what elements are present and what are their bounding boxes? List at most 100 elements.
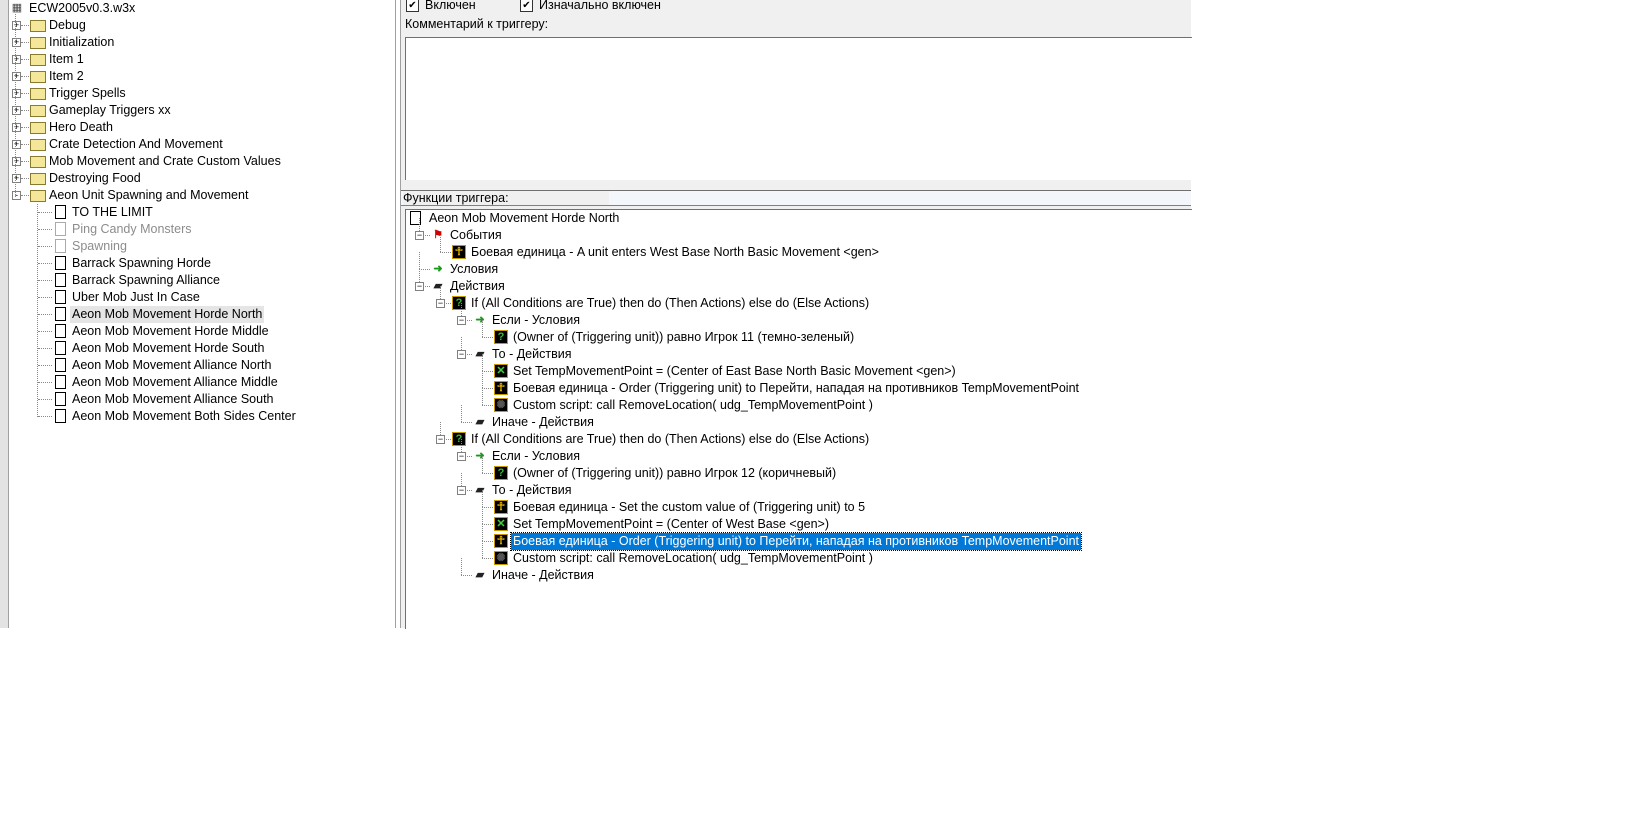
- tree-item-label: Item 2: [49, 69, 84, 83]
- function-tree-item[interactable]: − ▰ Действия: [406, 269, 1190, 295]
- tree-item[interactable]: + Trigger Spells: [0, 85, 393, 102]
- tree-item[interactable]: TO THE LIMIT: [0, 204, 393, 221]
- tree-item[interactable]: + Item 1: [0, 51, 393, 68]
- tree-item-label: Hero Death: [49, 120, 113, 134]
- expand-icon[interactable]: +: [12, 174, 21, 183]
- function-tree-item[interactable]: − ➜ Если - Условия: [406, 303, 1190, 329]
- function-tree-item[interactable]: ▰ Иначе - Действия: [406, 558, 1190, 584]
- tree-item[interactable]: Barrack Spawning Alliance: [0, 272, 393, 289]
- collapse-icon[interactable]: −: [415, 282, 424, 291]
- trigger-document-icon: [55, 341, 66, 355]
- expand-icon[interactable]: +: [12, 89, 21, 98]
- function-tree-item[interactable]: − ▰ То - Действия: [406, 337, 1190, 363]
- tree-item-label: Gameplay Triggers xx: [49, 103, 171, 117]
- tree-item[interactable]: Aeon Mob Movement Both Sides Center: [0, 408, 393, 425]
- collapse-icon[interactable]: −: [457, 486, 466, 495]
- functions-tree[interactable]: Aeon Mob Movement Horde North − ⚑ События ☥ Б…: [405, 209, 1192, 629]
- expand-icon[interactable]: +: [12, 21, 21, 30]
- collapse-icon[interactable]: -: [12, 191, 21, 200]
- tree-item[interactable]: Aeon Mob Movement Horde Middle: [0, 323, 393, 340]
- tree-item[interactable]: + Gameplay Triggers xx: [0, 102, 393, 119]
- tree-item[interactable]: + Mob Movement and Crate Custom Values: [0, 153, 393, 170]
- trigger-tree-panel[interactable]: ▦ ECW2005v0.3.w3x + Debug + Initialization + It…: [0, 0, 396, 628]
- tree-item[interactable]: Aeon Mob Movement Alliance Middle: [0, 374, 393, 391]
- tree-item-label: Aeon Mob Movement Alliance North: [72, 358, 272, 372]
- tree-item[interactable]: + Destroying Food: [0, 170, 393, 187]
- enabled-checkbox[interactable]: ✔: [406, 0, 419, 12]
- expand-icon[interactable]: +: [12, 106, 21, 115]
- function-label: События: [450, 228, 502, 242]
- function-tree-item[interactable]: −? If (All Conditions are True) then do (…: [406, 286, 1190, 312]
- function-tree-item[interactable]: ☥ Боевая единица - Order (Triggering unit…: [406, 524, 1190, 551]
- tree-item[interactable]: ▦ ECW2005v0.3.w3x: [0, 0, 393, 17]
- folder-icon: [30, 88, 46, 100]
- collapse-icon[interactable]: −: [436, 435, 445, 444]
- expand-icon[interactable]: +: [12, 123, 21, 132]
- collapse-icon[interactable]: −: [457, 452, 466, 461]
- function-tree-item[interactable]: ✕ Set TempMovementPoint = (Center of East…: [406, 354, 1190, 380]
- tree-connector: [21, 178, 29, 179]
- function-label: Custom script: call RemoveLocation( udg_…: [513, 551, 873, 565]
- comment-textarea[interactable]: [405, 37, 1192, 180]
- function-tree-item[interactable]: ☥ Боевая единица - A unit enters West Bas…: [406, 235, 1190, 261]
- function-tree-item[interactable]: ? (Owner of (Triggering unit)) равно Игро…: [406, 320, 1190, 346]
- folder-icon: [30, 122, 46, 134]
- condition-question-icon: ?: [494, 330, 508, 344]
- expand-icon[interactable]: +: [12, 38, 21, 47]
- function-label: Боевая единица - Order (Triggering unit)…: [509, 532, 1083, 551]
- tree-item-label: Initialization: [49, 35, 115, 49]
- function-tree-item[interactable]: ✺ Custom script: call RemoveLocation( udg…: [406, 388, 1190, 414]
- function-tree-item[interactable]: −? If (All Conditions are True) then do (…: [406, 422, 1190, 448]
- collapse-icon[interactable]: −: [457, 350, 466, 359]
- tree-connector: [38, 246, 52, 247]
- trigger-document-icon: [55, 273, 66, 287]
- function-tree-item[interactable]: ✺ Custom script: call RemoveLocation( udg…: [406, 541, 1190, 567]
- expand-icon[interactable]: +: [12, 72, 21, 81]
- folder-icon: [30, 173, 46, 185]
- tree-item[interactable]: Barrack Spawning Horde: [0, 255, 393, 272]
- tree-item[interactable]: Aeon Mob Movement Alliance South: [0, 391, 393, 408]
- function-tree-item[interactable]: − ➜ Если - Условия: [406, 439, 1190, 465]
- tree-guide-line: [440, 235, 441, 252]
- collapse-icon[interactable]: −: [457, 316, 466, 325]
- tree-item[interactable]: - Aeon Unit Spawning and Movement: [0, 187, 393, 204]
- function-tree-item[interactable]: ✕ Set TempMovementPoint = (Center of West…: [406, 507, 1190, 533]
- tree-item[interactable]: + Crate Detection And Movement: [0, 136, 393, 153]
- function-tree-item[interactable]: ? (Owner of (Triggering unit)) равно Игро…: [406, 456, 1190, 482]
- collapse-icon[interactable]: −: [436, 299, 445, 308]
- tree-item[interactable]: + Initialization: [0, 34, 393, 51]
- function-tree-item[interactable]: ☥ Боевая единица - Set the custom value o…: [406, 490, 1190, 516]
- function-tree-item[interactable]: ➜ Условия: [406, 252, 1190, 278]
- tree-connector: [21, 42, 29, 43]
- tree-connector: [21, 161, 29, 162]
- function-tree-item[interactable]: − ⚑ События: [406, 218, 1190, 244]
- tree-item[interactable]: Uber Mob Just In Case: [0, 289, 393, 306]
- tree-item[interactable]: Aeon Mob Movement Alliance North: [0, 357, 393, 374]
- expand-icon[interactable]: +: [12, 140, 21, 149]
- tree-item[interactable]: + Item 2: [0, 68, 393, 85]
- function-tree-item[interactable]: ☥ Боевая единица - Order (Triggering unit…: [406, 371, 1190, 397]
- tree-item[interactable]: Ping Candy Monsters: [0, 221, 393, 238]
- tree-guide-line: [482, 320, 483, 337]
- tree-item[interactable]: Spawning: [0, 238, 393, 255]
- tree-guide-line: [482, 507, 483, 524]
- tree-item[interactable]: Aeon Mob Movement Horde South: [0, 340, 393, 357]
- tree-connector: [482, 473, 493, 474]
- expand-icon[interactable]: +: [12, 55, 21, 64]
- tree-item[interactable]: + Hero Death: [0, 119, 393, 136]
- function-tree-item[interactable]: Aeon Mob Movement Horde North: [406, 210, 1190, 227]
- expand-icon[interactable]: +: [12, 157, 21, 166]
- function-tree-item[interactable]: ▰ Иначе - Действия: [406, 405, 1190, 431]
- function-tree-item[interactable]: − ▰ То - Действия: [406, 473, 1190, 499]
- tree-guide-line: [461, 405, 462, 422]
- tree-item[interactable]: Aeon Mob Movement Horde North: [0, 306, 393, 323]
- function-label: Действия: [450, 279, 505, 293]
- collapse-icon[interactable]: −: [415, 231, 424, 240]
- tree-item[interactable]: + Debug: [0, 17, 393, 34]
- function-label: Set TempMovementPoint = (Center of West …: [513, 517, 830, 531]
- trigger-document-icon: [55, 239, 66, 253]
- folder-icon: [30, 20, 46, 32]
- tree-item-label: Item 1: [49, 52, 84, 66]
- trigger-editor-panel: ✔ Включен ✔ Изначально включен Комментар…: [400, 0, 1192, 629]
- initially-on-checkbox[interactable]: ✔: [520, 0, 533, 12]
